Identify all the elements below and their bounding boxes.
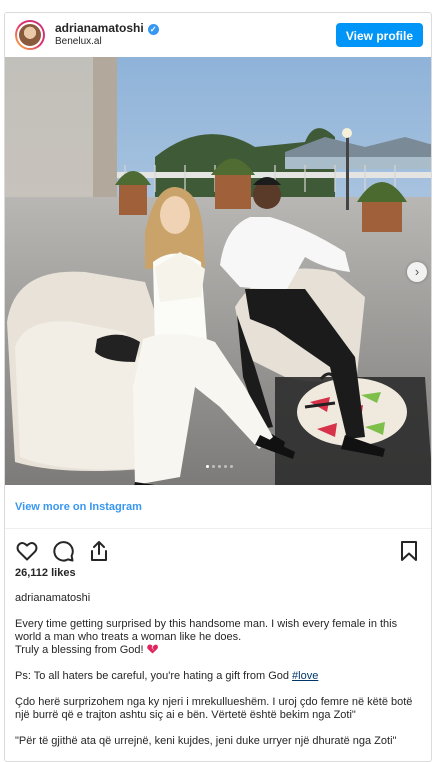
caption-paragraph-4: "Për të gjithë ata që urrejnë, keni kujd… <box>15 735 421 748</box>
carousel-dot <box>211 465 215 468</box>
post-header: adrianamatoshi ✓ Benelux.al View profile <box>5 13 431 57</box>
location[interactable]: Benelux.al <box>55 36 336 48</box>
account-info: adrianamatoshi ✓ Benelux.al <box>55 22 336 47</box>
post-photo[interactable]: › <box>5 57 431 485</box>
view-more-row: View more on Instagram <box>5 485 431 529</box>
avatar-image <box>17 22 43 48</box>
action-bar <box>5 529 431 565</box>
caption-line: world a man who treats a woman like he d… <box>15 631 242 643</box>
bookmark-icon[interactable] <box>397 539 421 563</box>
photo-illustration <box>5 57 431 485</box>
caption-line: Çdo herë surprizohem nga ky njeri i mrek… <box>15 696 413 708</box>
carousel-dot <box>217 465 221 468</box>
hashtag-link[interactable]: #love <box>292 670 318 682</box>
verified-badge-icon: ✓ <box>147 23 159 35</box>
caption-line: një burrë që e trajton ashtu siç ai e bë… <box>15 709 356 721</box>
caption-paragraph-3: Çdo herë surprizohem nga ky njeri i mrek… <box>15 696 421 722</box>
caption-line: "Për të gjithë ata që urrejnë, keni kujd… <box>15 735 397 747</box>
share-icon[interactable] <box>87 539 111 563</box>
view-profile-button[interactable]: View profile <box>335 23 423 47</box>
view-more-link[interactable]: View more on Instagram <box>15 501 142 513</box>
instagram-embed-card: adrianamatoshi ✓ Benelux.al View profile <box>4 12 432 762</box>
caption-paragraph-2: Ps: To all haters be careful, you're hat… <box>15 670 421 683</box>
carousel-dot <box>205 465 209 468</box>
caption-line: Truly a blessing from God! <box>15 644 144 656</box>
username-row: adrianamatoshi ✓ <box>55 22 336 36</box>
caption-paragraph-1: Every time getting surprised by this han… <box>15 618 421 657</box>
post-caption: Every time getting surprised by this han… <box>5 618 431 748</box>
comment-icon[interactable] <box>51 539 75 563</box>
broken-heart-icon <box>146 644 158 654</box>
chevron-right-icon[interactable]: › <box>407 262 427 282</box>
username[interactable]: adrianamatoshi <box>55 22 144 36</box>
carousel-dot <box>229 465 233 468</box>
caption-line: Every time getting surprised by this han… <box>15 618 398 630</box>
like-count[interactable]: 26,112 likes <box>5 567 431 579</box>
carousel-dot <box>223 465 227 468</box>
carousel-dots <box>5 455 431 473</box>
avatar[interactable] <box>15 20 45 50</box>
caption-line: Ps: To all haters be careful, you're hat… <box>15 670 293 682</box>
heart-icon[interactable] <box>15 539 39 563</box>
owner-username[interactable]: adrianamatoshi <box>5 592 431 604</box>
